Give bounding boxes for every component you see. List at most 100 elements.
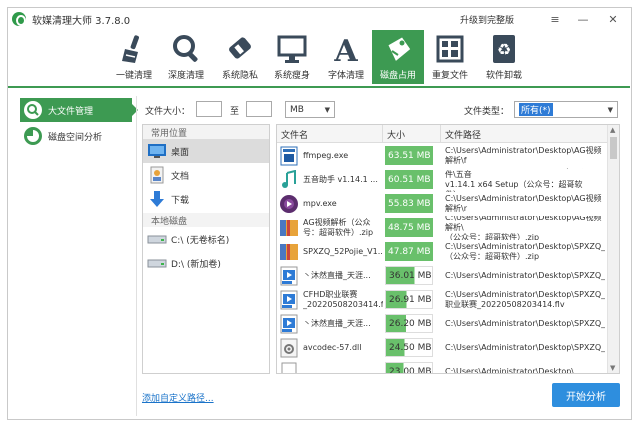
tool-one-click-clean[interactable]: 一键清理 xyxy=(108,30,160,84)
file-path: C:\Users\Administrator\Desktop\SPXZQ_52P… xyxy=(445,319,605,328)
table-row[interactable]: ... 23.00 MB C:\Users\Administrator\Deskto… xyxy=(277,360,607,374)
table-header: 文件名 大小 文件路径 xyxy=(277,125,607,143)
tool-label: 软件卸载 xyxy=(485,71,522,81)
file-size-bar: 24.50 MB xyxy=(385,338,433,357)
table-row[interactable]: avcodec-57.dll 24.50 MB C:\Users\Administr… xyxy=(277,336,607,360)
file-path: C:\Users\Administrator\Desktop\SPXZQ_52P… xyxy=(445,242,605,261)
file-path: C:\Users\Administrator\Desktop\AG视频解析\ （… xyxy=(445,216,602,240)
table-row[interactable]: mpv.exe 55.83 MB C:\Users\Administrator\De… xyxy=(277,192,607,216)
tool-system-privacy[interactable]: 系统隐私 xyxy=(214,30,266,84)
tool-label: 系统瘦身 xyxy=(273,71,310,81)
tool-label: 系统隐私 xyxy=(221,71,258,81)
file-name-cell: SPXZQ_52Pojie_V1.... xyxy=(279,240,383,264)
file-size-bar: 63.51 MB xyxy=(385,146,433,165)
file-name: 五音助手 v1.14.1 ... xyxy=(303,175,378,184)
size-unit-select[interactable]: MB ▼ xyxy=(285,101,335,118)
location-drive-c[interactable]: C:\ (无卷标名) xyxy=(143,227,269,251)
scroll-up-icon[interactable]: ▲ xyxy=(610,126,615,134)
font-a-icon: A xyxy=(328,32,364,66)
toolbar-divider xyxy=(8,86,630,88)
file-size-bar: 48.75 MB xyxy=(385,218,433,237)
table-row[interactable]: 丶沐然直播_天涯... 36.01 MB C:\Users\Administrato… xyxy=(277,264,607,288)
file-name: CFHD职业联赛 _20220508203414.flv xyxy=(303,290,383,309)
sidebar-item-disk-analysis[interactable]: 磁盘空间分析 xyxy=(20,124,132,148)
vertical-scrollbar[interactable]: ▲ ▼ xyxy=(607,125,619,373)
file-name: ffmpeg.exe xyxy=(303,151,349,160)
sidebar-divider xyxy=(136,96,137,416)
tool-label: 磁盘占用 xyxy=(379,71,416,81)
grid-icon xyxy=(432,32,468,66)
column-header-path[interactable]: 文件路径 xyxy=(441,125,607,143)
file-name: 丶沐然直播_天涯... xyxy=(303,271,371,280)
file-name: 丶沐然直播_天涯... xyxy=(303,319,371,328)
to-label: 至 xyxy=(230,107,240,117)
flv-icon xyxy=(279,289,299,311)
close-button[interactable]: ✕ xyxy=(604,10,622,28)
file-name: mpv.exe xyxy=(303,199,337,208)
location-label: 桌面 xyxy=(171,147,190,158)
file-type-select[interactable]: 所有(*) ▼ xyxy=(514,101,618,118)
file-name-cell: mpv.exe xyxy=(279,192,383,216)
table-row[interactable]: AG视频解析（公众 号：超哥软件）.zip 48.75 MB C:\Users\Ad… xyxy=(277,216,607,240)
svg-text:♻: ♻ xyxy=(497,40,511,59)
file-name: AG视频解析（公众 号：超哥软件）.zip xyxy=(303,218,374,237)
scrollbar-thumb[interactable] xyxy=(610,137,617,159)
file-path: C:\Users\Administrator\Desktop\SPXZQ_52P… xyxy=(445,290,605,309)
tool-label: 重复文件 xyxy=(431,71,468,81)
tool-software-uninstall[interactable]: ♻ 软件卸载 xyxy=(478,30,530,84)
file-size-bar: 26.91 MB xyxy=(385,290,433,309)
tool-font-clean[interactable]: A 字体清理 xyxy=(320,30,372,84)
file-path: C:\Users\Administrator\Desktop\AG视频解析\f xyxy=(445,146,602,165)
table-row[interactable]: CFHD职业联赛 _20220508203414.flv 26.91 MB C:\U… xyxy=(277,288,607,312)
drive-icon xyxy=(147,230,167,248)
column-header-name[interactable]: 文件名 xyxy=(277,125,383,143)
exe-icon xyxy=(279,145,299,167)
min-size-input[interactable] xyxy=(196,101,222,117)
mpv-icon xyxy=(279,193,299,215)
sidebar-item-large-files[interactable]: 大文件管理 xyxy=(20,98,138,122)
zip-icon xyxy=(279,217,299,239)
location-downloads[interactable]: 下载 xyxy=(143,187,269,211)
location-drive-d[interactable]: D:\ (新加卷) xyxy=(143,251,269,275)
location-documents[interactable]: 文档 xyxy=(143,163,269,187)
tool-label: 一键清理 xyxy=(115,71,152,81)
location-label: 下载 xyxy=(171,195,190,206)
title-bar: 软媒清理大师 3.7.8.0 升级到完整版 ≡ — ✕ xyxy=(8,8,630,30)
tool-deep-clean[interactable]: 深度清理 xyxy=(160,30,212,84)
flv-icon xyxy=(279,313,299,335)
add-custom-path-link[interactable]: 添加自定义路径... xyxy=(142,391,214,404)
location-desktop[interactable]: 桌面 xyxy=(143,139,269,163)
tool-system-slim[interactable]: 系统瘦身 xyxy=(266,30,318,84)
dll-gear-icon xyxy=(279,337,299,359)
file-path: C:\Users\Administrator\Desktop\ xyxy=(445,367,574,374)
menu-icon[interactable]: ≡ xyxy=(546,10,564,28)
file-size-label: 文件大小： xyxy=(145,107,191,117)
disk-tag-icon xyxy=(380,32,416,66)
file-name-cell: avcodec-57.dll xyxy=(279,336,383,360)
max-size-input[interactable] xyxy=(246,101,272,117)
upgrade-link[interactable]: 升级到完整版 xyxy=(460,13,514,26)
table-row[interactable]: ffmpeg.exe 63.51 MB C:\Users\Administrator… xyxy=(277,144,607,168)
location-label: C:\ (无卷标名) xyxy=(171,235,230,246)
minimize-button[interactable]: — xyxy=(574,10,592,28)
file-name-cell: ffmpeg.exe xyxy=(279,144,383,168)
table-row[interactable]: 丶沐然直播_天涯... 26.20 MB C:\Users\Administrato… xyxy=(277,312,607,336)
start-analysis-button[interactable]: 开始分析 xyxy=(552,383,620,407)
tool-disk-usage[interactable]: 磁盘占用 xyxy=(372,30,424,84)
file-path: C:\Users\Administrator\Desktop\AG视频解析\r xyxy=(445,194,602,213)
size-unit-value: MB xyxy=(290,104,304,115)
column-header-size[interactable]: 大小 xyxy=(383,125,441,143)
file-name-cell: 五音助手 v1.14.1 ... xyxy=(279,168,383,192)
chevron-down-icon: ▼ xyxy=(607,105,613,114)
tool-duplicate-files[interactable]: 重复文件 xyxy=(424,30,476,84)
clock-magnifier-icon xyxy=(24,101,42,119)
chevron-down-icon: ▼ xyxy=(324,105,330,114)
scroll-down-icon[interactable]: ▼ xyxy=(610,364,615,372)
table-row[interactable]: 五音助手 v1.14.1 ... 60.51 MB C:\Users\Adminis… xyxy=(277,168,607,192)
file-name-cell: ... xyxy=(279,360,383,373)
file-name: SPXZQ_52Pojie_V1.... xyxy=(303,247,383,256)
file-size-bar: 47.87 MB xyxy=(385,242,433,261)
file-name: avcodec-57.dll xyxy=(303,343,362,352)
location-label: D:\ (新加卷) xyxy=(171,259,221,270)
table-row[interactable]: SPXZQ_52Pojie_V1.... 47.87 MB C:\Users\Adm… xyxy=(277,240,607,264)
